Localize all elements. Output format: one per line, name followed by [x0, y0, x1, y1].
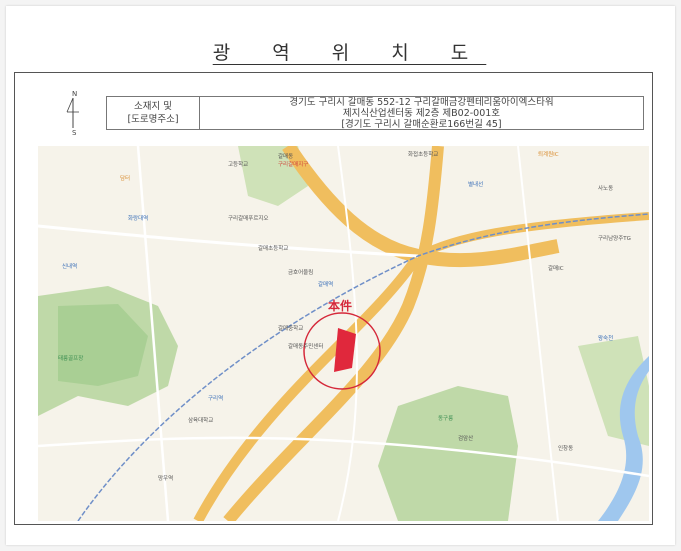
address-line1: 경기도 구리시 갈매동 552-12 구리갈매금강펜테리움아이엑스타워 — [289, 96, 554, 108]
subject-label: 本件 — [328, 299, 353, 313]
location-map[interactable]: 本件 갈매동 구리갈매지구 갈매역 고등학교 별내선 화접초등학교 갈매초등학교 금호어울림 갈… — [38, 146, 649, 521]
address-label: 소재지 및 [도로명주소] — [107, 97, 200, 129]
page-title: 광 역 위 치 도 — [212, 42, 487, 64]
map-label: 검암산 — [458, 436, 474, 442]
map-label: 인창동 — [558, 446, 574, 452]
map-label: 구리갈매푸르지오 — [228, 216, 269, 222]
map-label: 갈매동주민센터 — [288, 344, 324, 350]
map-label: 고등학교 — [228, 162, 249, 168]
compass-south: S — [72, 129, 77, 136]
map-label: 구리남양주TG — [598, 236, 631, 242]
address-box: 소재지 및 [도로명주소] 경기도 구리시 갈매동 552-12 구리갈매금강펜… — [106, 96, 644, 130]
address-body: 경기도 구리시 갈매동 552-12 구리갈매금강펜테리움아이엑스타워 제지식산… — [200, 96, 643, 130]
address-line3: [경기도 구리시 갈매순환로166번길 45] — [341, 118, 502, 130]
map-graphics — [38, 146, 649, 521]
map-label: 왕숙천 — [598, 336, 614, 342]
map-label: 태릉골프장 — [58, 356, 84, 362]
map-label: 갈매역 — [318, 282, 334, 288]
address-label-line2: [도로명주소] — [127, 114, 179, 125]
map-label: 갈매IC — [548, 266, 564, 272]
map-label: 화접초등학교 — [408, 152, 439, 158]
map-label: 구리갈매지구 — [278, 162, 309, 168]
map-label: 담터 — [120, 176, 131, 182]
map-label: 갈매동 — [278, 154, 294, 160]
subject-parcel — [334, 328, 356, 372]
map-label: 구리역 — [208, 396, 224, 402]
map-label: 갈매초등학교 — [258, 246, 289, 252]
map-label: 망우역 — [158, 476, 174, 482]
map-label: 삼육대학교 — [188, 418, 214, 424]
map-label: 화랑대역 — [128, 216, 149, 222]
map-label: 사노동 — [598, 186, 614, 192]
compass-north: N — [72, 90, 77, 98]
map-label: 별내선 — [468, 182, 484, 188]
address-label-line1: 소재지 및 — [134, 101, 172, 112]
map-label: 금호어울림 — [288, 270, 314, 276]
map-label: 퇴계원IC — [538, 152, 559, 158]
road-minor-3 — [38, 436, 649, 478]
map-label: 동구릉 — [438, 416, 454, 422]
address-line2: 제지식산업센터동 제2층 제B02-001호 — [342, 107, 501, 119]
map-label: 신내역 — [62, 264, 78, 270]
map-label: 갈매중학교 — [278, 326, 304, 332]
green-area-east — [578, 336, 649, 446]
road-minor-4 — [517, 146, 559, 521]
north-arrow-icon: N S — [58, 88, 88, 137]
